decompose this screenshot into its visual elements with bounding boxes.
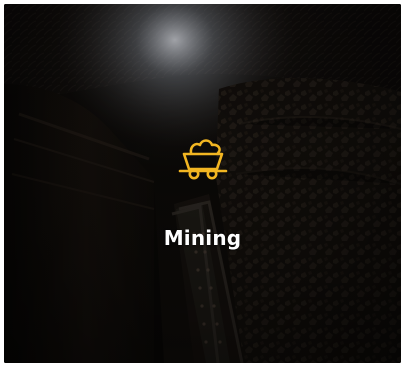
mine-tunnel-background-image	[4, 4, 401, 363]
mining-card[interactable]: Mining	[4, 4, 401, 363]
